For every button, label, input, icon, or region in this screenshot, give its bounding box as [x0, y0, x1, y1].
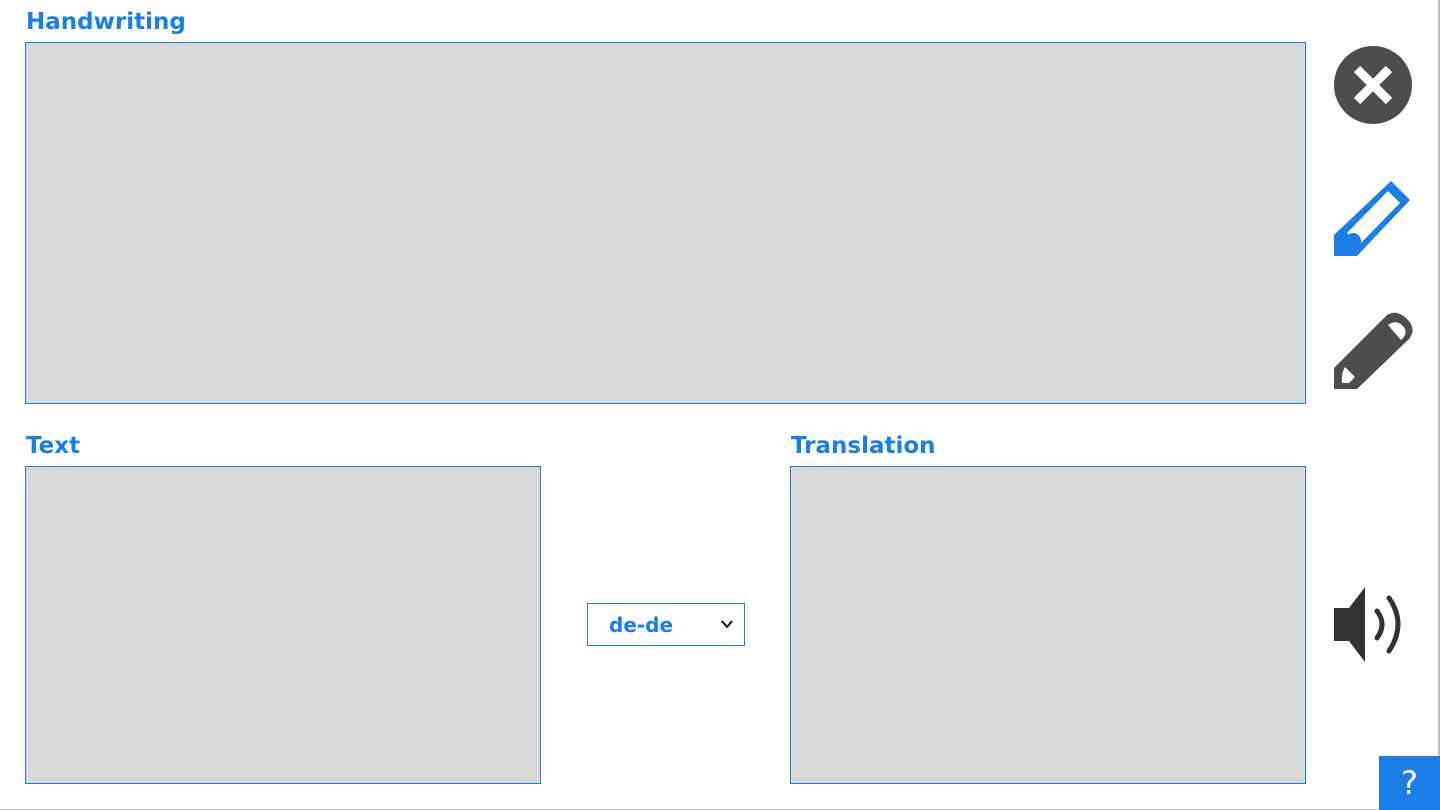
text-label: Text — [26, 433, 81, 459]
pen-icon — [1334, 181, 1410, 256]
translation-output[interactable] — [790, 466, 1306, 784]
app-window: Handwriting Text de-de Translation ? — [0, 0, 1440, 810]
eraser-icon — [1334, 312, 1413, 389]
clear-button[interactable] — [1333, 45, 1413, 125]
speaker-icon — [1334, 587, 1401, 662]
eraser-button[interactable] — [1333, 311, 1413, 391]
translation-label: Translation — [791, 433, 936, 459]
text-output[interactable] — [25, 466, 541, 784]
help-button[interactable]: ? — [1379, 756, 1440, 810]
chevron-down-icon — [721, 620, 733, 629]
handwriting-canvas[interactable] — [25, 42, 1306, 404]
close-circle-icon — [1334, 46, 1412, 124]
language-select-value: de-de — [609, 612, 674, 637]
speak-button[interactable] — [1333, 584, 1421, 666]
pen-button[interactable] — [1333, 178, 1413, 258]
handwriting-label: Handwriting — [26, 9, 186, 35]
language-select[interactable]: de-de — [587, 603, 745, 646]
